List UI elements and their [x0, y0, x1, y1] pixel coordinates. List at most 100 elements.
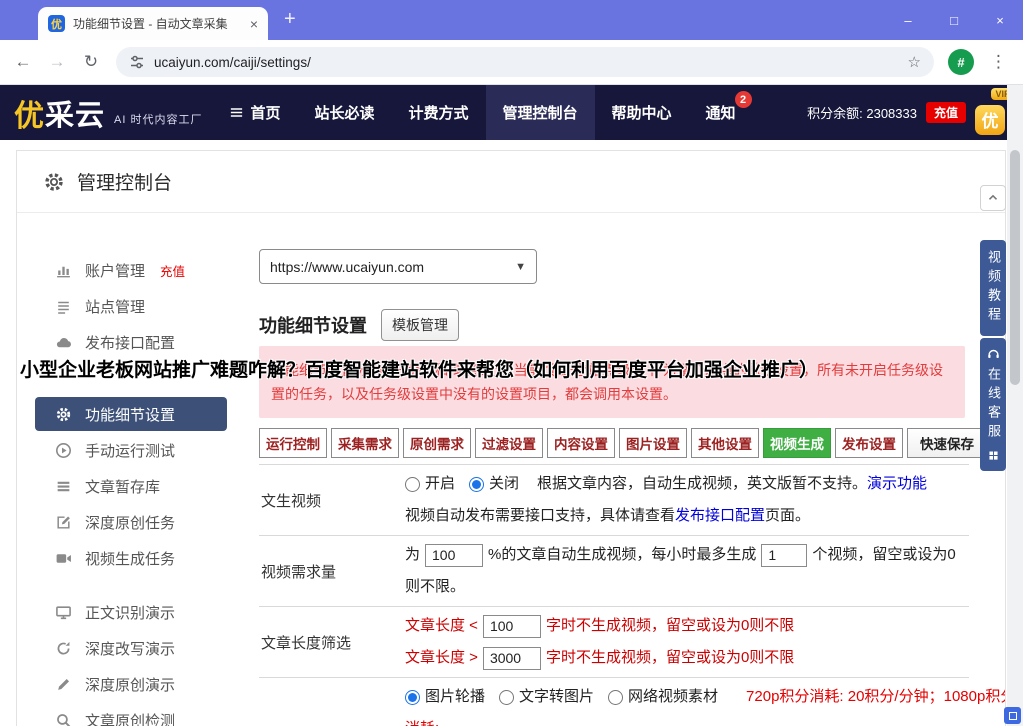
- sidebar-item-original-demo[interactable]: 深度原创演示: [35, 667, 227, 701]
- radio-image-carousel-input[interactable]: [405, 690, 420, 705]
- bookmark-star-icon[interactable]: ☆: [908, 53, 921, 71]
- back-to-top-button[interactable]: [980, 185, 1006, 211]
- online-service-button[interactable]: 在线客服: [980, 338, 1006, 471]
- browser-menu-icon[interactable]: ⋮: [982, 52, 1015, 72]
- radio-image-carousel[interactable]: 图片轮播: [405, 681, 485, 713]
- nav-item-console[interactable]: 管理控制台: [486, 85, 595, 140]
- nav-item-billing[interactable]: 计费方式: [392, 85, 486, 140]
- points-cost-text-2: 消耗:: [405, 713, 439, 726]
- profile-avatar[interactable]: #: [948, 49, 974, 75]
- nav-item-notifications[interactable]: 通知 2: [689, 85, 753, 140]
- chevron-down-icon: ▼: [515, 261, 526, 273]
- site-logo[interactable]: 优 采云 AI 时代内容工厂: [0, 91, 212, 135]
- video-percent-input[interactable]: [425, 544, 483, 567]
- tab-close-icon[interactable]: ×: [250, 16, 258, 32]
- gear-icon: [55, 406, 72, 423]
- vip-logo-icon: 优: [975, 105, 1005, 135]
- nav-item-must-read[interactable]: 站长必读: [297, 85, 391, 140]
- radio-web-video[interactable]: 网络视频素材: [608, 681, 718, 713]
- sidebar-label: 功能细节设置: [85, 404, 175, 425]
- demo-feature-link[interactable]: 演示功能: [867, 468, 927, 500]
- sidebar-item-body-recognition-demo[interactable]: 正文识别演示: [35, 595, 227, 629]
- sidebar-label: 深度原创任务: [85, 512, 175, 533]
- scrollbar-thumb[interactable]: [1010, 150, 1020, 385]
- url-text: ucaiyun.com/caiji/settings/: [154, 55, 899, 70]
- sidebar-item-rewrite-demo[interactable]: 深度改写演示: [35, 631, 227, 665]
- window-minimize-button[interactable]: –: [885, 0, 931, 40]
- radio-text-to-image-label: 文字转图片: [519, 681, 594, 713]
- sidebar-item-originality-check[interactable]: 文章原创检测: [35, 703, 227, 726]
- search-icon: [55, 712, 72, 726]
- publish-api-link[interactable]: 发布接口配置: [675, 500, 765, 532]
- template-manage-button[interactable]: 模板管理: [381, 309, 459, 341]
- nav-item-help[interactable]: 帮助中心: [595, 85, 689, 140]
- sidebar-item-video-task[interactable]: 视频生成任务: [35, 541, 227, 575]
- sidebar-item-manual-test[interactable]: 手动运行测试: [35, 433, 227, 467]
- sidebar-item-sites[interactable]: 站点管理: [35, 289, 227, 323]
- video-tutorial-label: 视频教程: [980, 250, 1006, 326]
- tab-collect-needs[interactable]: 采集需求: [331, 428, 399, 458]
- sidebar-item-account[interactable]: 账户管理 充值: [35, 253, 227, 287]
- radio-text-to-image[interactable]: 文字转图片: [499, 681, 594, 713]
- quick-save-button[interactable]: 快速保存: [907, 428, 987, 458]
- form-row-video-demand: 视频需求量 为 %的文章自动生成视频，每小时最多生成 个视频，留空或设为0 则不…: [259, 536, 969, 607]
- page-title: 管理控制台: [77, 168, 172, 195]
- tab-filter[interactable]: 过滤设置: [475, 428, 543, 458]
- tab-other[interactable]: 其他设置: [691, 428, 759, 458]
- tab-video-generation[interactable]: 视频生成: [763, 428, 831, 458]
- sidebar-label: 发布接口配置: [85, 332, 175, 353]
- min-length-input[interactable]: [483, 615, 541, 638]
- back-button[interactable]: ←: [8, 47, 38, 77]
- chat-widget-mini-icon[interactable]: [1004, 707, 1021, 724]
- sidebar-label: 深度改写演示: [85, 638, 175, 659]
- menu-lines-icon: [229, 105, 244, 120]
- address-bar[interactable]: ucaiyun.com/caiji/settings/ ☆: [116, 47, 934, 77]
- sidebar-label: 深度原创演示: [85, 674, 175, 695]
- video-tutorial-button[interactable]: 视频教程: [980, 240, 1006, 336]
- forward-button[interactable]: →: [42, 47, 72, 77]
- qr-grid-icon: [987, 449, 1000, 462]
- sidebar-label: 站点管理: [85, 296, 145, 317]
- radio-off-label: 关闭: [489, 468, 519, 500]
- form-row-text-to-video: 文生视频 开启 关闭 根据文章内容，自动生成视频，英文版暂不支持。 演示功能 视…: [259, 465, 969, 536]
- recharge-button[interactable]: 充值: [926, 102, 966, 123]
- browser-tab[interactable]: 优 功能细节设置 - 自动文章采集 ×: [38, 7, 268, 40]
- site-select[interactable]: https://www.ucaiyun.com ▼: [259, 249, 537, 284]
- refresh-button[interactable]: ↻: [76, 47, 106, 77]
- tab-content[interactable]: 内容设置: [547, 428, 615, 458]
- tab-publish[interactable]: 发布设置: [835, 428, 903, 458]
- vip-widget[interactable]: VIP 优: [975, 90, 1011, 136]
- sidebar-recharge-tag[interactable]: 充值: [160, 261, 185, 280]
- tab-original-needs[interactable]: 原创需求: [403, 428, 471, 458]
- sidebar-item-article-store[interactable]: 文章暂存库: [35, 469, 227, 503]
- window-close-button[interactable]: ×: [977, 0, 1023, 40]
- radio-off[interactable]: 关闭: [469, 468, 519, 500]
- radio-on[interactable]: 开启: [405, 468, 455, 500]
- videos-per-hour-input[interactable]: [761, 544, 807, 567]
- sidebar-label: 账户管理: [85, 260, 145, 281]
- page-scrollbar[interactable]: [1007, 85, 1023, 726]
- list-icon: [55, 298, 72, 315]
- nav-label: 站长必读: [314, 102, 374, 123]
- nav-item-home[interactable]: 首页: [212, 85, 297, 140]
- notification-badge: 2: [735, 91, 752, 108]
- tab-run-control[interactable]: 运行控制: [259, 428, 327, 458]
- stack-icon: [55, 478, 72, 495]
- sidebar-item-deep-original-task[interactable]: 深度原创任务: [35, 505, 227, 539]
- form-row-length-filter: 文章长度筛选 文章长度 < 字时不生成视频，留空或设为0则不限 文章长度 > 字…: [259, 607, 969, 678]
- window-maximize-button[interactable]: □: [931, 0, 977, 40]
- sidebar-item-publish-api[interactable]: 发布接口配置: [35, 325, 227, 359]
- site-select-value: https://www.ucaiyun.com: [270, 259, 424, 275]
- radio-off-input[interactable]: [469, 477, 484, 492]
- radio-web-video-input[interactable]: [608, 690, 623, 705]
- radio-on-input[interactable]: [405, 477, 420, 492]
- tab-image[interactable]: 图片设置: [619, 428, 687, 458]
- video-camera-icon: [55, 550, 72, 567]
- sidebar-item-settings[interactable]: 功能细节设置: [35, 397, 227, 431]
- radio-text-to-image-input[interactable]: [499, 690, 514, 705]
- site-settings-icon[interactable]: [129, 54, 145, 70]
- new-tab-button[interactable]: +: [284, 8, 296, 31]
- points-cost-text: 720p积分消耗: 20积分/分钟；1080p积分: [746, 681, 1006, 713]
- window-controls: – □ ×: [885, 0, 1023, 40]
- max-length-input[interactable]: [483, 647, 541, 670]
